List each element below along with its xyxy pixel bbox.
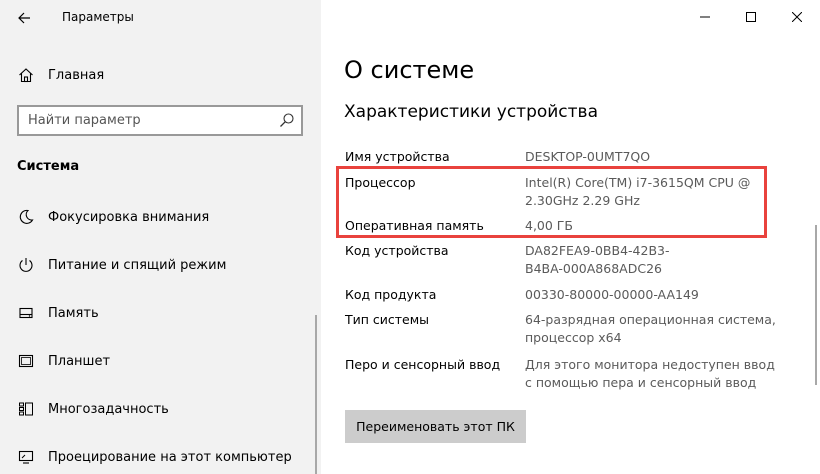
rename-pc-button[interactable]: Переименовать этот ПК (345, 410, 526, 443)
app-title: Параметры (62, 10, 134, 24)
sidebar-nav-list: Фокусировка внимания Питание и спящий ре… (0, 193, 321, 474)
sidebar-item-label: Питание и спящий режим (48, 257, 227, 273)
search-icon[interactable] (279, 112, 295, 128)
spec-value[interactable]: DESKTOP-0UMT7QO (525, 148, 797, 166)
maximize-icon (746, 12, 756, 22)
sidebar-item-label: Фокусировка внимания (48, 209, 210, 225)
home-icon (16, 65, 36, 85)
multitasking-icon (16, 399, 36, 419)
sidebar-item-power-sleep[interactable]: Питание и спящий режим (0, 241, 321, 289)
highlight-annotation (336, 166, 767, 238)
back-arrow-icon (18, 12, 30, 24)
spec-label: Перо и сенсорный ввод (345, 357, 501, 372)
close-button[interactable] (774, 0, 820, 34)
moon-icon (16, 207, 36, 227)
search-box[interactable] (17, 105, 303, 136)
sidebar-item-label: Планшет (48, 353, 111, 369)
power-icon (16, 255, 36, 275)
tablet-icon (16, 351, 36, 371)
spec-value[interactable]: 64-разрядная операционная система, проце… (525, 311, 780, 347)
sidebar-item-focus-assist[interactable]: Фокусировка внимания (0, 193, 321, 241)
sidebar-item-label: Многозадачность (48, 401, 169, 417)
sidebar: Параметры Главная Система (0, 0, 321, 474)
sidebar-item-label: Память (48, 305, 99, 321)
page-title: О системе (344, 56, 475, 84)
spec-value[interactable]: 00330-80000-00000-AA149 (525, 286, 797, 304)
minimize-icon (700, 16, 710, 18)
minimize-button[interactable] (682, 0, 728, 34)
sidebar-item-label: Проецирование на этот компьютер (48, 449, 292, 465)
section-title: Характеристики устройства (344, 102, 598, 122)
sidebar-item-storage[interactable]: Память (0, 289, 321, 337)
sidebar-item-multitasking[interactable]: Многозадачность (0, 385, 321, 433)
main-scrollbar[interactable] (815, 225, 817, 385)
sidebar-item-home[interactable]: Главная (0, 60, 321, 90)
spec-value[interactable]: DA82FEA9-0BB4-42B3-B4BA-000A868ADC26 (525, 242, 675, 278)
settings-window: Параметры Главная Система (0, 0, 820, 474)
close-icon (792, 12, 802, 22)
storage-icon (16, 303, 36, 323)
search-input[interactable] (19, 107, 269, 134)
sidebar-item-label: Главная (48, 67, 105, 83)
spec-label: Код устройства (345, 243, 449, 258)
section-header-system: Система (17, 159, 80, 174)
window-controls (682, 0, 820, 34)
spec-label: Тип системы (345, 312, 430, 327)
sidebar-item-projecting[interactable]: Проецирование на этот компьютер (0, 433, 321, 474)
projecting-icon (16, 447, 36, 467)
spec-value[interactable]: Для этого монитора недоступен ввод с пом… (525, 356, 780, 392)
spec-label: Код продукта (345, 287, 437, 302)
spec-label: Имя устройства (345, 149, 450, 164)
maximize-button[interactable] (728, 0, 774, 34)
back-button[interactable] (0, 0, 48, 36)
sidebar-item-tablet[interactable]: Планшет (0, 337, 321, 385)
sidebar-scrollbar[interactable] (315, 315, 317, 474)
